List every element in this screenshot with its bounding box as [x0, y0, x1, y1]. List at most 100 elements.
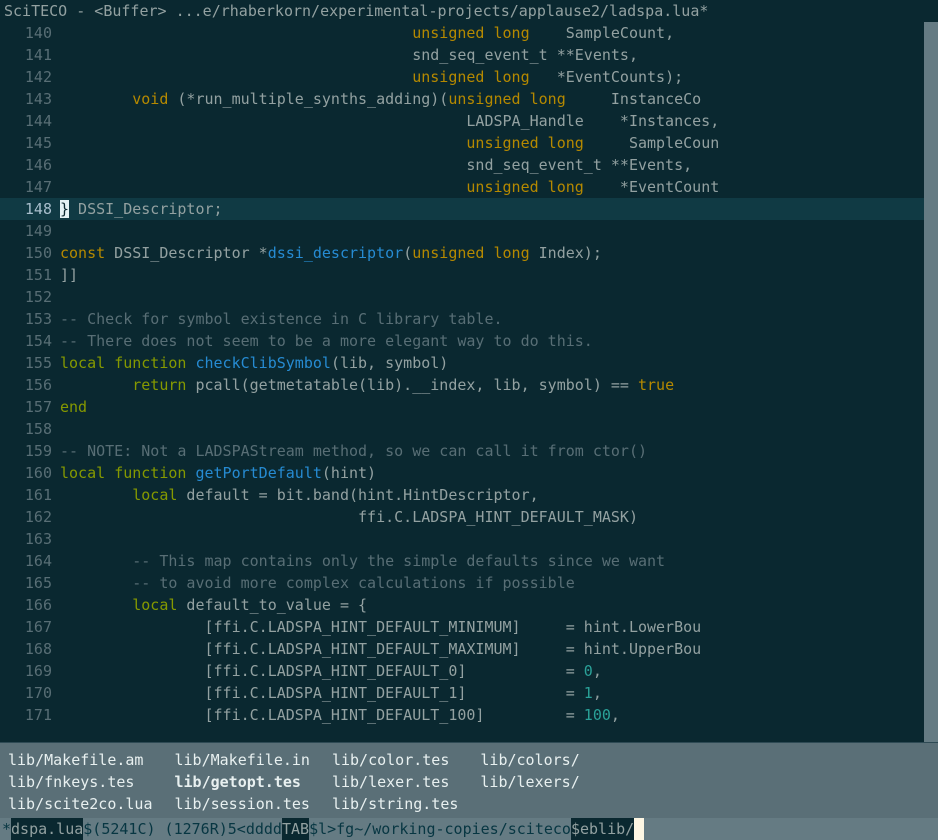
- line-number: 152: [0, 286, 60, 308]
- line-number: 171: [0, 704, 60, 726]
- code-content: local default_to_value = {: [60, 594, 938, 616]
- code-line[interactable]: 140 unsigned long SampleCount,: [0, 22, 938, 44]
- line-number: 153: [0, 308, 60, 330]
- line-number: 156: [0, 374, 60, 396]
- code-content: unsigned long SampleCoun: [60, 132, 938, 154]
- code-line[interactable]: 171 [ffi.C.LADSPA_HINT_DEFAULT_100] = 10…: [0, 704, 938, 726]
- line-number: 158: [0, 418, 60, 440]
- code-content: [ffi.C.LADSPA_HINT_DEFAULT_1] = 1,: [60, 682, 938, 704]
- line-number: 149: [0, 220, 60, 242]
- scrollbar[interactable]: [924, 22, 938, 742]
- code-content: local function checkClibSymbol(lib, symb…: [60, 352, 938, 374]
- completion-item[interactable]: lib/colors/: [480, 749, 579, 771]
- code-content: LADSPA_Handle *Instances,: [60, 110, 938, 132]
- code-content: -- This map contains only the simple def…: [60, 550, 938, 572]
- line-number: 170: [0, 682, 60, 704]
- code-line[interactable]: 143 void (*run_multiple_synths_adding)(u…: [0, 88, 938, 110]
- line-number: 167: [0, 616, 60, 638]
- status-filename: dspa.lua: [11, 818, 83, 840]
- editor-area[interactable]: 140 unsigned long SampleCount,141 snd_se…: [0, 22, 938, 742]
- line-number: 151: [0, 264, 60, 286]
- code-content: unsigned long SampleCount,: [60, 22, 938, 44]
- code-content: [60, 286, 938, 308]
- code-line[interactable]: 163: [0, 528, 938, 550]
- code-line[interactable]: 153-- Check for symbol existence in C li…: [0, 308, 938, 330]
- completion-item[interactable]: lib/getopt.tes: [175, 771, 310, 793]
- code-line[interactable]: 160local function getPortDefault(hint): [0, 462, 938, 484]
- code-line[interactable]: 147 unsigned long *EventCount: [0, 176, 938, 198]
- code-line[interactable]: 146 snd_seq_event_t **Events,: [0, 154, 938, 176]
- line-number: 148: [0, 198, 60, 220]
- code-content: local default = bit.band(hint.HintDescri…: [60, 484, 938, 506]
- code-line[interactable]: 166 local default_to_value = {: [0, 594, 938, 616]
- line-number: 141: [0, 44, 60, 66]
- code-line[interactable]: 164 -- This map contains only the simple…: [0, 550, 938, 572]
- code-content: local function getPortDefault(hint): [60, 462, 938, 484]
- code-line[interactable]: 142 unsigned long *EventCounts);: [0, 66, 938, 88]
- line-number: 161: [0, 484, 60, 506]
- line-number: 147: [0, 176, 60, 198]
- code-line[interactable]: 159-- NOTE: Not a LADSPAStream method, s…: [0, 440, 938, 462]
- completion-item[interactable]: lib/color.tes: [332, 749, 458, 771]
- completion-item[interactable]: lib/fnkeys.tes: [8, 771, 153, 793]
- line-number: 144: [0, 110, 60, 132]
- code-content: snd_seq_event_t **Events,: [60, 44, 938, 66]
- code-content: end: [60, 396, 938, 418]
- line-number: 162: [0, 506, 60, 528]
- code-content: -- to avoid more complex calculations if…: [60, 572, 938, 594]
- code-content: [ffi.C.LADSPA_HINT_DEFAULT_0] = 0,: [60, 660, 938, 682]
- code-line[interactable]: 168 [ffi.C.LADSPA_HINT_DEFAULT_MAXIMUM] …: [0, 638, 938, 660]
- code-line[interactable]: 157end: [0, 396, 938, 418]
- code-line[interactable]: 156 return pcall(getmetatable(lib).__ind…: [0, 374, 938, 396]
- completion-item[interactable]: lib/lexers/: [480, 771, 579, 793]
- code-content: const DSSI_Descriptor *dssi_descriptor(u…: [60, 242, 938, 264]
- line-number: 155: [0, 352, 60, 374]
- code-content: unsigned long *EventCount: [60, 176, 938, 198]
- code-line[interactable]: 148} DSSI_Descriptor;: [0, 198, 938, 220]
- completion-item[interactable]: lib/string.tes: [332, 793, 458, 815]
- completion-item[interactable]: lib/scite2co.lua: [8, 793, 153, 815]
- code-line[interactable]: 165 -- to avoid more complex calculation…: [0, 572, 938, 594]
- completion-item[interactable]: lib/Makefile.in: [175, 749, 310, 771]
- completion-column: lib/colors/lib/lexers/: [480, 749, 601, 815]
- code-content: snd_seq_event_t **Events,: [60, 154, 938, 176]
- code-line[interactable]: 152: [0, 286, 938, 308]
- line-number: 145: [0, 132, 60, 154]
- completion-item[interactable]: [480, 793, 579, 815]
- code-line[interactable]: 145 unsigned long SampleCoun: [0, 132, 938, 154]
- line-number: 164: [0, 550, 60, 572]
- status-cursor: [634, 818, 644, 840]
- code-line[interactable]: 167 [ffi.C.LADSPA_HINT_DEFAULT_MINIMUM] …: [0, 616, 938, 638]
- code-line[interactable]: 158: [0, 418, 938, 440]
- line-number: 163: [0, 528, 60, 550]
- code-line[interactable]: 169 [ffi.C.LADSPA_HINT_DEFAULT_0] = 0,: [0, 660, 938, 682]
- code-line[interactable]: 154-- There does not seem to be a more e…: [0, 330, 938, 352]
- line-number: 168: [0, 638, 60, 660]
- line-number: 160: [0, 462, 60, 484]
- line-number: 166: [0, 594, 60, 616]
- code-line[interactable]: 162 ffi.C.LADSPA_HINT_DEFAULT_MASK): [0, 506, 938, 528]
- code-line[interactable]: 155local function checkClibSymbol(lib, s…: [0, 352, 938, 374]
- line-number: 165: [0, 572, 60, 594]
- titlebar: SciTECO - <Buffer> ...e/rhaberkorn/exper…: [0, 0, 938, 22]
- completion-item[interactable]: lib/Makefile.am: [8, 749, 153, 771]
- code-content: [ffi.C.LADSPA_HINT_DEFAULT_100] = 100,: [60, 704, 938, 726]
- completion-column: lib/Makefile.inlib/getopt.teslib/session…: [175, 749, 332, 815]
- status-modified: *: [2, 818, 11, 840]
- code-line[interactable]: 141 snd_seq_event_t **Events,: [0, 44, 938, 66]
- code-line[interactable]: 150const DSSI_Descriptor *dssi_descripto…: [0, 242, 938, 264]
- code-line[interactable]: 151]]: [0, 264, 938, 286]
- completion-item[interactable]: lib/lexer.tes: [332, 771, 458, 793]
- line-number: 150: [0, 242, 60, 264]
- line-number: 159: [0, 440, 60, 462]
- code-line[interactable]: 170 [ffi.C.LADSPA_HINT_DEFAULT_1] = 1,: [0, 682, 938, 704]
- code-line[interactable]: 144 LADSPA_Handle *Instances,: [0, 110, 938, 132]
- code-line[interactable]: 161 local default = bit.band(hint.HintDe…: [0, 484, 938, 506]
- code-content: ]]: [60, 264, 938, 286]
- status-position: $(5241C) (1276R)5<dddd: [83, 818, 282, 840]
- status-command: $l>fg~/working-copies/sciteco: [309, 818, 571, 840]
- code-content: [ffi.C.LADSPA_HINT_DEFAULT_MAXIMUM] = hi…: [60, 638, 938, 660]
- completion-item[interactable]: lib/session.tes: [175, 793, 310, 815]
- code-content: [ffi.C.LADSPA_HINT_DEFAULT_MINIMUM] = hi…: [60, 616, 938, 638]
- code-line[interactable]: 149: [0, 220, 938, 242]
